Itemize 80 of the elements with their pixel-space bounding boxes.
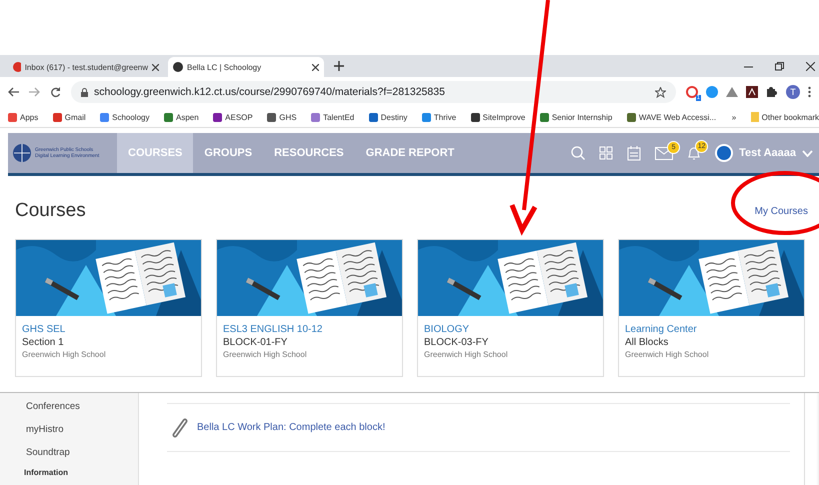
new-tab-icon — [334, 61, 344, 71]
bookmark-link[interactable]: Gmail — [64, 112, 86, 122]
bookmark-favicon-icon — [422, 112, 431, 122]
bookmark-favicon-icon — [8, 112, 17, 122]
material-link[interactable]: Bella LC Work Plan: Complete each block! — [197, 422, 386, 433]
course-section: Section 1 — [22, 337, 195, 348]
user-name: Test Aaaaa — [739, 147, 796, 159]
close-icon — [152, 64, 159, 70]
course-card[interactable]: GHS SEL Section 1 Greenwich High School — [15, 239, 202, 377]
course-section: BLOCK-03-FY — [424, 337, 597, 348]
search-icon — [571, 146, 586, 160]
bookmark-favicon-icon — [267, 112, 276, 122]
forward-icon — [29, 87, 40, 97]
bookmark-link[interactable]: TalentEd — [323, 112, 354, 122]
browser-tab[interactable]: Bella LC | Schoology — [168, 57, 324, 77]
sidebar-heading: Information — [23, 467, 69, 477]
browser-tab[interactable]: Inbox (617) - test.student@greenw — [8, 57, 164, 77]
bookmark-folder[interactable]: Other bookmark — [762, 112, 819, 122]
profile-avatar[interactable]: T — [786, 85, 800, 99]
course-title-link[interactable]: BIOLOGY — [424, 324, 597, 335]
extension-icon — [706, 86, 718, 98]
bookmark-link[interactable]: SiteImprove — [482, 112, 526, 122]
bookmark-link[interactable]: WAVE Web Accessi... — [638, 112, 716, 122]
school-name: Greenwich High School — [625, 350, 710, 359]
back-icon — [8, 87, 19, 97]
bookmark-favicon-icon — [164, 112, 173, 122]
tab-favicon-icon — [173, 62, 183, 72]
lock-icon — [81, 88, 88, 96]
bookmark-link[interactable]: Aspen — [176, 112, 199, 122]
page-title: Courses — [15, 200, 86, 222]
reload-icon — [50, 86, 61, 98]
sidebar-link[interactable]: Conferences — [8, 395, 138, 418]
bookmark-link[interactable]: Apps — [20, 112, 38, 122]
course-card[interactable]: Learning Center All Blocks Greenwich High School — [618, 239, 805, 377]
link-chain-icon — [171, 416, 189, 438]
extension-icon — [686, 86, 698, 98]
globe-logo-icon — [12, 143, 32, 163]
bookmark-link[interactable]: AESOP — [225, 112, 253, 122]
bookmark-link[interactable]: Thrive — [434, 112, 456, 122]
tab-favicon-icon — [13, 62, 21, 72]
course-card[interactable]: ESL3 ENGLISH 10-12 BLOCK-01-FY Greenwich High School — [216, 239, 403, 377]
more-icon — [808, 86, 811, 98]
school-name: Greenwich High School — [424, 350, 509, 359]
bookmark-favicon-icon — [213, 112, 222, 122]
course-title-link[interactable]: Learning Center — [625, 324, 798, 335]
bookmark-link[interactable]: Destiny — [380, 112, 408, 122]
school-name: Greenwich High School — [223, 350, 308, 359]
close-icon — [312, 64, 319, 70]
user-avatar-icon — [715, 144, 734, 162]
bookmark-favicon-icon — [470, 112, 480, 122]
bookmarks-overflow[interactable]: » — [732, 112, 736, 122]
restore-icon — [775, 62, 784, 70]
chevron-down-icon — [802, 150, 813, 156]
sidebar-link[interactable]: Soundtrap — [8, 441, 138, 464]
bookmark-link[interactable]: Senior Internship — [552, 112, 612, 122]
bookmark-link[interactable]: Schoology — [112, 112, 150, 122]
course-title-link[interactable]: GHS SEL — [22, 324, 195, 335]
bookmark-favicon-icon — [368, 112, 378, 122]
bookmark-favicon-icon — [311, 112, 320, 122]
address-bar[interactable]: schoology.greenwich.k12.ct.us/course/2990769740/materials?f=281325835 — [71, 81, 676, 103]
bookmark-favicon-icon — [626, 112, 636, 122]
calendar-icon — [627, 146, 642, 160]
close-icon — [806, 62, 815, 70]
bookmark-link[interactable]: GHS — [279, 112, 297, 122]
course-section: All Blocks — [625, 337, 798, 348]
school-name: Greenwich High School — [22, 350, 107, 359]
bookmark-favicon-icon — [52, 112, 62, 122]
course-title-link[interactable]: ESL3 ENGLISH 10-12 — [223, 324, 396, 335]
pdf-icon — [746, 86, 758, 98]
puzzle-icon — [766, 86, 778, 98]
course-card[interactable]: BIOLOGY BLOCK-03-FY Greenwich High School — [417, 239, 604, 377]
sidebar-link[interactable]: myHistro — [8, 418, 138, 441]
bookmark-favicon-icon — [100, 112, 110, 122]
mail-icon — [655, 146, 674, 160]
star-icon — [655, 86, 666, 98]
bookmark-favicon-icon — [540, 112, 549, 122]
my-courses-link[interactable]: My Courses — [754, 206, 808, 216]
folder-icon — [750, 112, 759, 122]
grid-icon — [599, 146, 614, 160]
course-section: BLOCK-01-FY — [223, 337, 396, 348]
